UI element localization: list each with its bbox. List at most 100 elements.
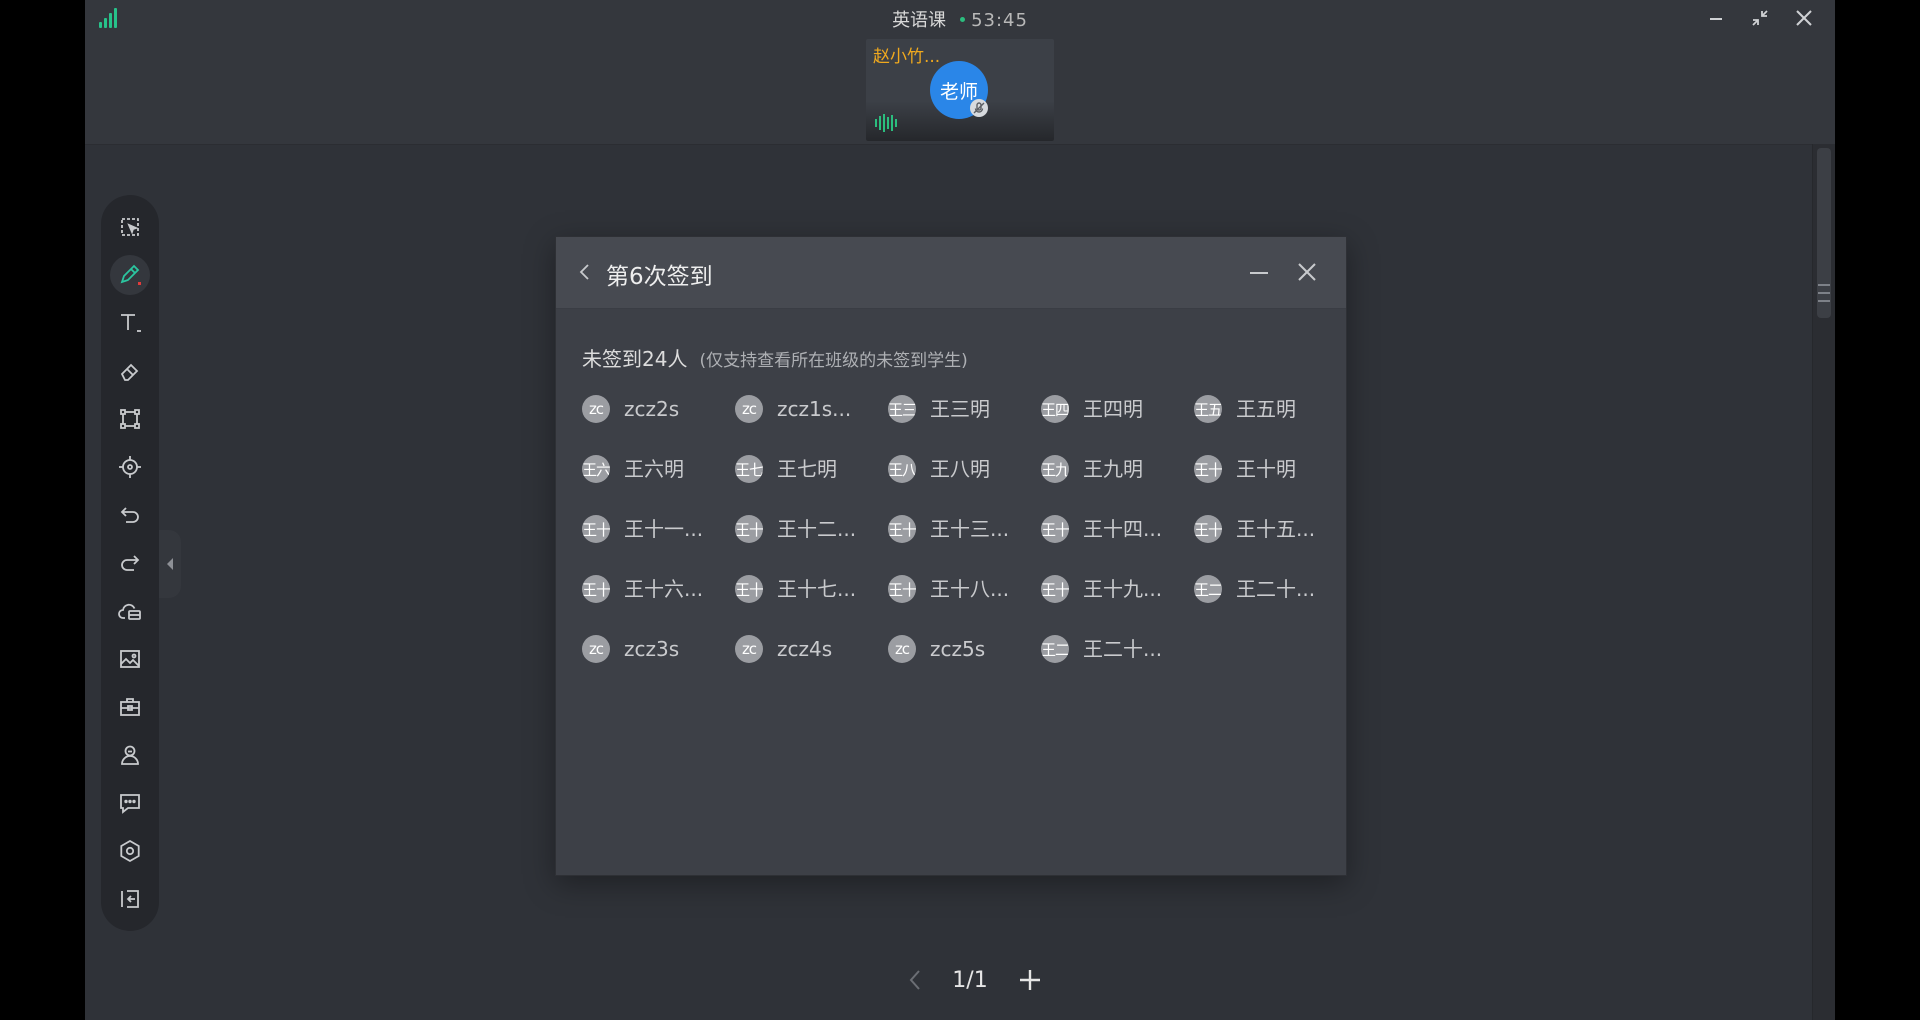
- student-item[interactable]: 王十 王十九...: [1041, 575, 1194, 635]
- student-avatar: zc: [735, 395, 763, 423]
- student-name: 王十明: [1236, 457, 1296, 481]
- member-button[interactable]: [110, 735, 150, 775]
- laser-pointer-tool[interactable]: [110, 447, 150, 487]
- mic-muted-icon: [970, 99, 988, 117]
- student-item[interactable]: zc zcz4s: [735, 635, 888, 695]
- pen-tool[interactable]: [110, 255, 150, 295]
- dialog-minimize-button[interactable]: [1244, 257, 1274, 287]
- student-item[interactable]: 王四 王四明: [1041, 395, 1194, 455]
- student-name: 王八明: [930, 457, 990, 481]
- image-icon: [120, 650, 140, 668]
- restore-button[interactable]: [1747, 6, 1773, 30]
- add-page-icon[interactable]: [1018, 968, 1042, 992]
- student-item[interactable]: zc zcz2s: [582, 395, 735, 455]
- eraser-tool[interactable]: [110, 351, 150, 391]
- student-name: 王十五...: [1236, 517, 1316, 541]
- top-bar: 英语课 53:45 赵小竹... 老师: [85, 0, 1835, 145]
- student-name: 王二十...: [1083, 637, 1163, 661]
- student-item[interactable]: 王十 王十七...: [735, 575, 888, 635]
- text-tool[interactable]: [110, 303, 150, 343]
- student-item[interactable]: 王二 王二十...: [1194, 575, 1347, 635]
- student-name: 王十六...: [624, 577, 704, 601]
- student-item[interactable]: 王十 王十四...: [1041, 515, 1194, 575]
- minimize-button[interactable]: [1703, 6, 1729, 30]
- dialog-close-button[interactable]: [1292, 257, 1322, 287]
- student-avatar: 王十: [582, 575, 610, 603]
- dialog-title: 第6次签到: [606, 264, 713, 290]
- toolbar-collapse-button[interactable]: [159, 530, 181, 598]
- student-name: zcz1s...: [777, 397, 852, 421]
- page-navigator: 1/1: [885, 962, 1065, 998]
- close-window-button[interactable]: [1791, 6, 1817, 30]
- student-name: zcz5s: [930, 637, 986, 661]
- pen-icon: [120, 264, 141, 285]
- student-avatar: 王十: [888, 575, 916, 603]
- minimize-icon: [1710, 18, 1722, 20]
- student-name: 王三明: [930, 397, 990, 421]
- student-avatar: 王二: [1041, 635, 1069, 663]
- class-timer: 53:45: [971, 10, 1028, 31]
- student-name: 王九明: [1083, 457, 1143, 481]
- student-avatar: zc: [582, 395, 610, 423]
- vertical-scrollbar[interactable]: [1812, 144, 1835, 1020]
- user-icon: [121, 745, 139, 765]
- student-avatar: 王十: [735, 515, 763, 543]
- image-button[interactable]: [110, 639, 150, 679]
- caret-left-icon: [167, 558, 173, 570]
- student-item[interactable]: zc zcz5s: [888, 635, 1041, 695]
- student-name: zcz3s: [624, 637, 680, 661]
- shape-tool[interactable]: [110, 399, 150, 439]
- redo-button[interactable]: [110, 543, 150, 583]
- student-item[interactable]: 王十 王十三...: [888, 515, 1041, 575]
- student-item[interactable]: 王十 王十八...: [888, 575, 1041, 635]
- prev-page-icon[interactable]: [908, 969, 922, 991]
- chevron-left-icon: [579, 264, 589, 280]
- student-avatar: 王十: [1194, 455, 1222, 483]
- live-dot: [960, 17, 966, 22]
- student-name: 王十二...: [777, 517, 857, 541]
- student-avatar: 王九: [1041, 455, 1069, 483]
- student-avatar: zc: [888, 635, 916, 663]
- teacher-video-tile[interactable]: 赵小竹... 老师: [866, 39, 1054, 141]
- minimize-icon: [1250, 272, 1268, 274]
- toolbox-button[interactable]: [110, 687, 150, 727]
- student-item[interactable]: 王五 王五明: [1194, 395, 1347, 455]
- student-item[interactable]: 王二 王二十...: [1041, 635, 1194, 695]
- not-checked-summary: 未签到24人 (仅支持查看所在班级的未签到学生): [582, 343, 968, 372]
- toolbox-icon: [120, 698, 140, 716]
- undo-icon: [120, 507, 139, 523]
- laser-pointer-icon: [119, 456, 141, 478]
- student-item[interactable]: 王十 王十明: [1194, 455, 1347, 515]
- student-name: 王十七...: [777, 577, 857, 601]
- student-item[interactable]: 王七 王七明: [735, 455, 888, 515]
- student-item[interactable]: 王十 王十五...: [1194, 515, 1347, 575]
- not-checked-note: (仅支持查看所在班级的未签到学生): [699, 351, 968, 371]
- student-avatar: 王十: [1041, 515, 1069, 543]
- teacher-name: 赵小竹...: [873, 47, 941, 67]
- student-item[interactable]: 王十 王十六...: [582, 575, 735, 635]
- back-button[interactable]: [578, 261, 594, 285]
- not-checked-count: 未签到24人: [582, 347, 688, 371]
- whiteboard-toolbar: [101, 195, 159, 931]
- settings-button[interactable]: [110, 831, 150, 871]
- settings-icon: [120, 839, 140, 863]
- exit-button[interactable]: [110, 879, 150, 919]
- student-name: 王四明: [1083, 397, 1143, 421]
- student-item[interactable]: 王十 王十二...: [735, 515, 888, 575]
- chat-button[interactable]: [110, 783, 150, 823]
- student-item[interactable]: 王八 王八明: [888, 455, 1041, 515]
- close-icon: [1298, 263, 1316, 281]
- student-avatar: zc: [735, 635, 763, 663]
- cloud-disk-button[interactable]: [110, 591, 150, 631]
- scroll-grip-icon: [1816, 280, 1832, 308]
- student-avatar: 王十: [888, 515, 916, 543]
- student-item[interactable]: zc zcz3s: [582, 635, 735, 695]
- student-item[interactable]: 王九 王九明: [1041, 455, 1194, 515]
- undo-button[interactable]: [110, 495, 150, 535]
- student-item[interactable]: 王十 王十一...: [582, 515, 735, 575]
- student-item[interactable]: 王六 王六明: [582, 455, 735, 515]
- select-tool[interactable]: [110, 207, 150, 247]
- student-avatar: 王五: [1194, 395, 1222, 423]
- student-item[interactable]: 王三 王三明: [888, 395, 1041, 455]
- student-item[interactable]: zc zcz1s...: [735, 395, 888, 455]
